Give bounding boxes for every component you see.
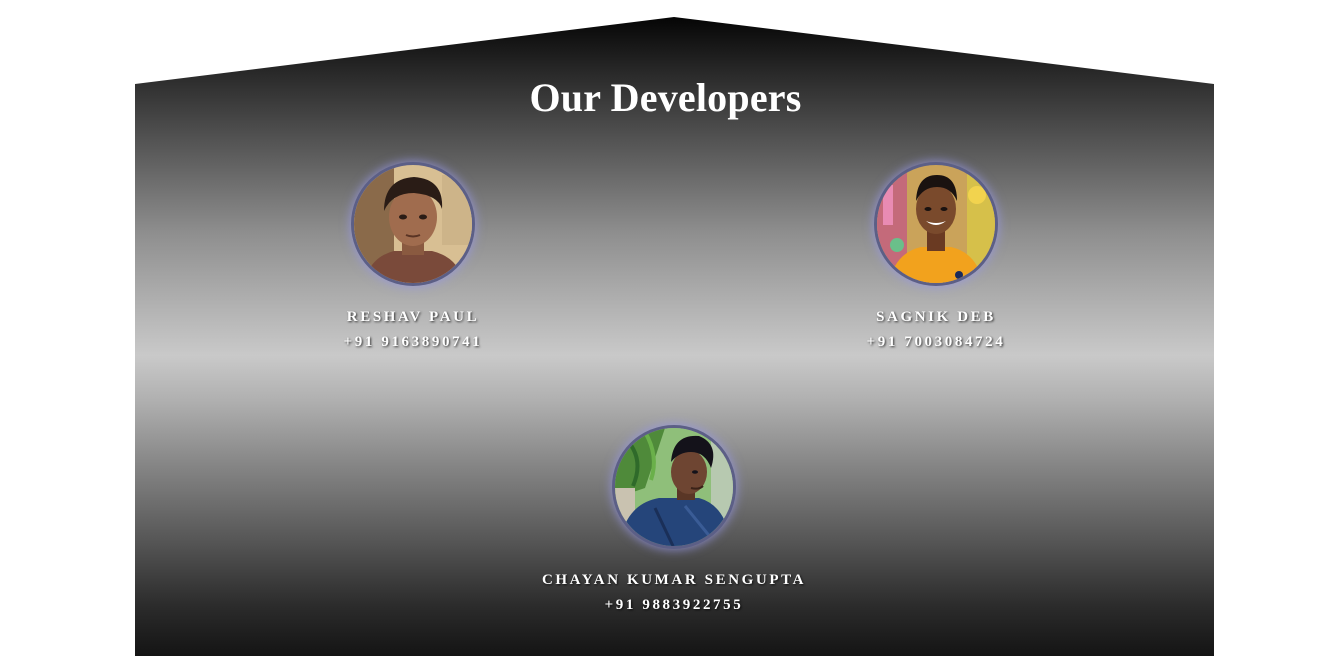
developer-name: RESHAV PAUL xyxy=(346,309,480,325)
developer-phone[interactable]: +91 9883922755 xyxy=(494,595,854,615)
developer-phone[interactable]: +91 7003084724 xyxy=(756,332,1116,352)
developer-card: SAGNIK DEB +91 7003084724 xyxy=(756,165,1116,352)
developer-avatar xyxy=(615,428,733,546)
developer-name: CHAYAN KUMAR SENGUPTA xyxy=(541,572,807,588)
developer-phone[interactable]: +91 9163890741 xyxy=(233,332,593,352)
person-photo-icon xyxy=(615,428,733,546)
developer-avatar xyxy=(877,165,995,283)
section-title: Our Developers xyxy=(529,75,802,120)
developer-avatar xyxy=(354,165,472,283)
person-photo-icon xyxy=(354,165,472,283)
developer-name: SAGNIK DEB xyxy=(876,309,996,325)
developer-card: RESHAV PAUL +91 9163890741 xyxy=(233,165,593,352)
developers-section: Our Developers RESHAV PAUL +91 916389074… xyxy=(0,0,1331,656)
person-photo-icon xyxy=(877,165,995,283)
developer-card: CHAYAN KUMAR SENGUPTA +91 9883922755 xyxy=(494,428,854,615)
